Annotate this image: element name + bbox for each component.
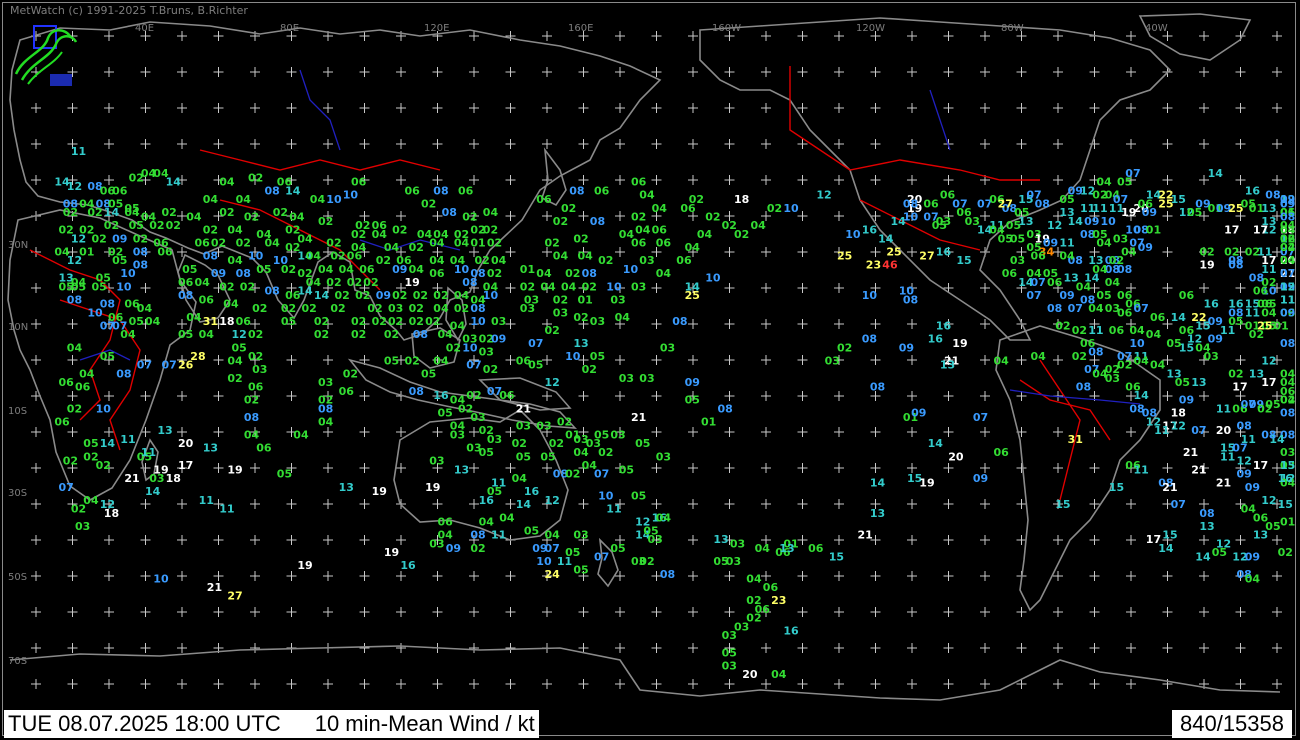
status-counter: 840/15358 [1172,710,1292,738]
map-window: 40E 80E 120E 160E 160W 120W 80W 40W 30N 10N 10S 30S… [0,0,1300,740]
status-datetime: TUE 08.07.2025 18:00 UTC [8,711,281,736]
map-frame [2,2,1296,736]
status-bar: TUE 08.07.2025 18:00 UTC 10 min-Mean Wind… [4,710,1296,738]
status-info: TUE 08.07.2025 18:00 UTC 10 min-Mean Wind… [4,710,539,738]
status-product: 10 min-Mean Wind / kt [314,711,535,736]
